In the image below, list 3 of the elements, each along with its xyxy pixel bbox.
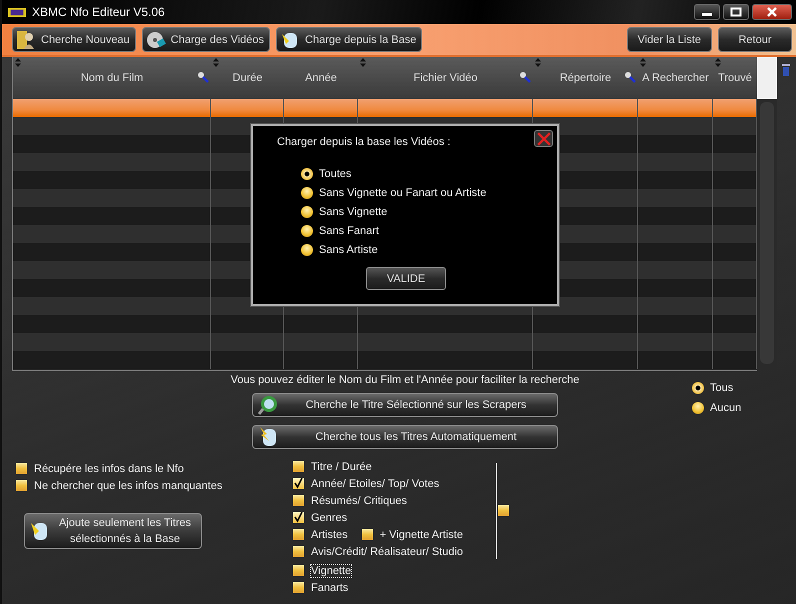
hint-text: Vous pouvez éditer le Nom du Film et l'Année pour faciliter la recherche xyxy=(230,374,580,386)
dialog-title: Charger depuis la base les Vidéos : xyxy=(277,136,450,148)
window-title: XBMC Nfo Editeur V5.06 xyxy=(32,5,165,19)
